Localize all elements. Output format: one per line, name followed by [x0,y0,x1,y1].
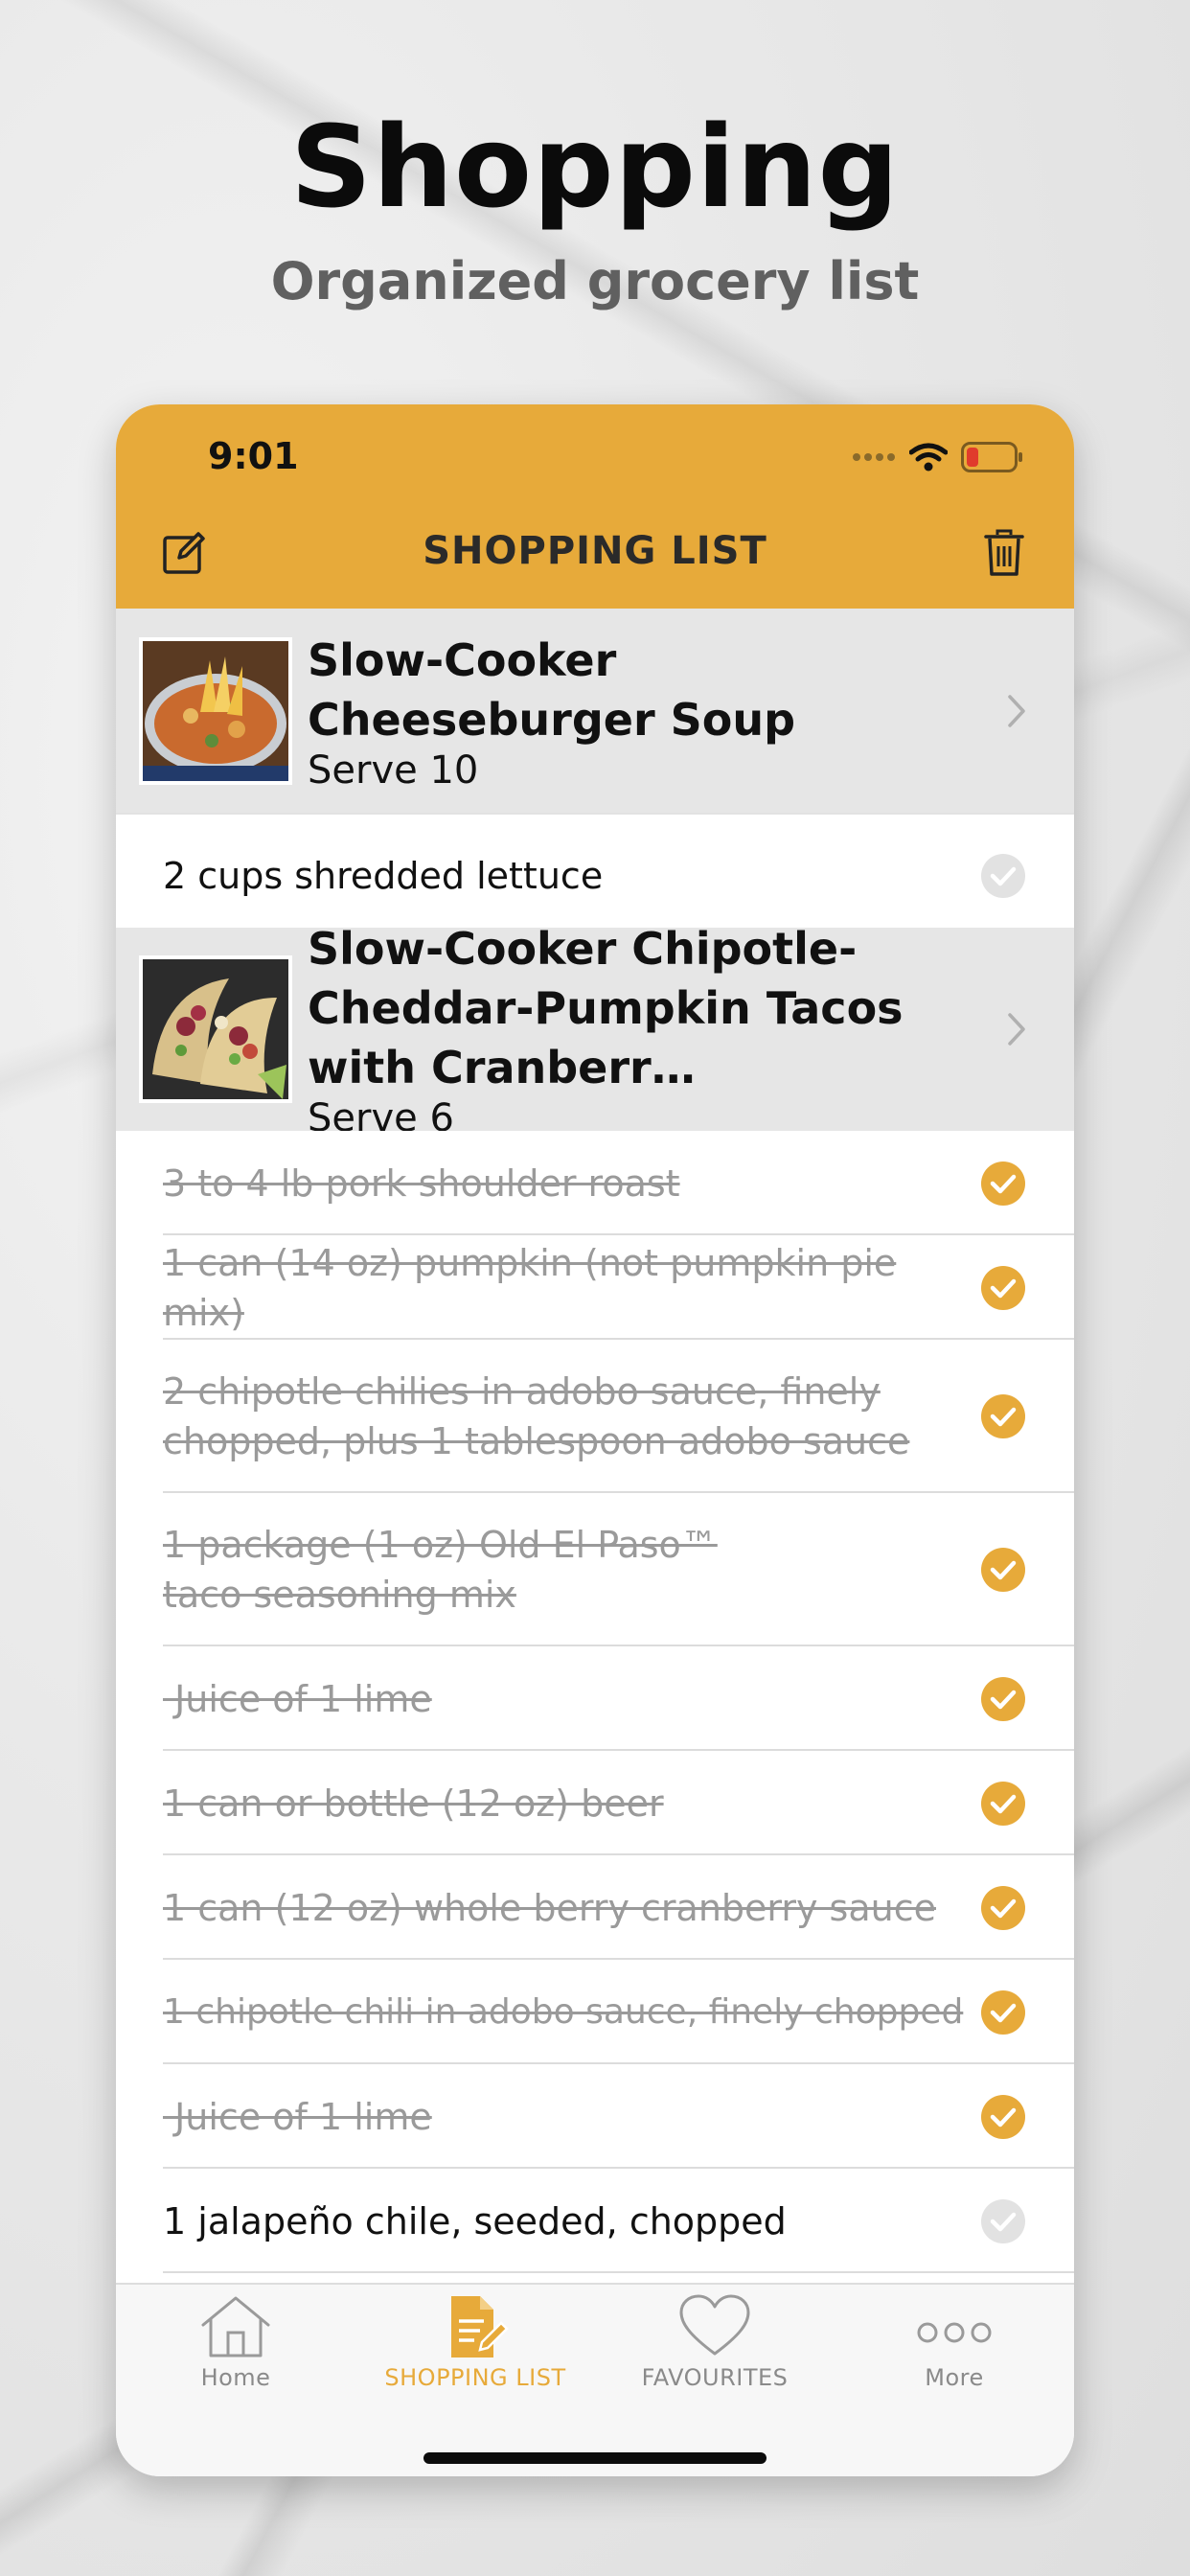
tab-bar: Home SHOPPING LIST FAVOURITES More [116,2283,1074,2476]
heart-icon [679,2294,750,2356]
list-item[interactable]: 2 chipotle chilies in adobo sauce, finel… [116,1340,1074,1493]
list-item[interactable]: 1 can (12 oz) whole berry cranberry sauc… [116,1855,1074,1960]
item-text: 1 can (14 oz) pumpkin (not pumpkin pie m… [163,1241,897,1334]
list-item[interactable]: 2 cups shredded lettuce [116,824,1074,928]
recipe-header[interactable]: Slow-Cooker Chipotle-Cheddar-Pumpkin Tac… [116,923,1074,1139]
page-title: SHOPPING LIST [423,529,767,573]
list-item[interactable]: 1 can or bottle (12 oz) beer [116,1751,1074,1855]
list-item[interactable]: 1 can (14 oz) pumpkin (not pumpkin pie m… [116,1235,1074,1340]
tab-label: Home [200,2364,271,2391]
item-text: 1 jalapeño chile, seeded, chopped [163,2199,787,2242]
recipe-thumbnail [139,955,292,1103]
checked-circle-icon[interactable] [980,1676,1026,1722]
item-text: 1 can (12 oz) whole berry cranberry sauc… [163,1886,936,1929]
recipe-name: Slow-Cooker Chipotle-Cheddar-Pumpkin Tac… [308,923,904,1093]
tab-more[interactable]: More [835,2285,1074,2400]
promo-subtitle: Organized grocery list [270,251,920,311]
item-text: Juice of 1 lime [163,1677,432,1720]
chevron-right-icon [1008,1013,1025,1046]
tab-label: More [925,2364,984,2391]
shopping-list: Slow-Cooker Cheeseburger Soup Serve 10 2… [116,609,1074,2273]
list-item[interactable]: 3 to 4 lb pork shoulder roast [116,1131,1074,1235]
list-item[interactable]: 1 package (1 oz) Old El Paso™ taco seaso… [116,1493,1074,1646]
item-text: 1 can or bottle (12 oz) beer [163,1782,664,1825]
recipe-header[interactable]: Slow-Cooker Cheeseburger Soup Serve 10 [116,609,1074,813]
item-text: Juice of 1 lime [163,2095,432,2138]
item-text: 2 chipotle chilies in adobo sauce, finel… [163,1370,910,1462]
promo-title: Shopping [290,101,900,233]
tab-label: SHOPPING LIST [384,2364,566,2391]
checked-circle-icon[interactable] [980,1161,1026,1207]
tab-home[interactable]: Home [116,2285,355,2400]
soup-image [143,640,288,781]
shopping-list-icon [451,2296,509,2358]
checked-circle-icon[interactable] [980,1885,1026,1931]
divider [163,2271,1074,2273]
list-item[interactable]: Juice of 1 lime [116,2064,1074,2169]
checked-circle-icon[interactable] [980,2094,1026,2140]
phone-screen: 9:01 SHOPPING LIST Slow-Cooker Cheesebur… [116,404,1074,2476]
item-text: 1 chipotle chili in adobo sauce, finely … [163,1991,964,2032]
more-icon [917,2322,992,2343]
section-gap [116,813,1074,824]
tacos-image [143,959,288,1099]
recipe-name: Slow-Cooker Cheeseburger Soup [308,633,796,746]
home-icon [201,2296,270,2358]
checked-circle-icon[interactable] [980,1393,1026,1439]
signal-icon [853,453,895,461]
status-icons [852,441,1024,473]
list-item[interactable]: 1 jalapeño chile, seeded, chopped [116,2169,1074,2273]
checked-circle-icon[interactable] [980,1781,1026,1827]
recipe-serve: Serve 10 [308,748,479,793]
item-text: 3 to 4 lb pork shoulder roast [163,1162,680,1205]
list-item[interactable]: Juice of 1 lime [116,1646,1074,1751]
trash-icon[interactable] [984,529,1024,577]
unchecked-circle-icon[interactable] [980,2198,1026,2244]
checked-circle-icon[interactable] [980,1547,1026,1593]
battery-icon [961,442,1022,472]
status-time: 9:01 [208,435,299,477]
unchecked-circle-icon[interactable] [980,853,1026,899]
checked-circle-icon[interactable] [980,1990,1026,2036]
recipe-thumbnail [139,636,292,785]
tab-favourites[interactable]: FAVOURITES [595,2285,835,2400]
checked-circle-icon[interactable] [980,1265,1026,1311]
item-text: 2 cups shredded lettuce [163,855,604,897]
list-item[interactable]: 1 chipotle chili in adobo sauce, finely … [116,1960,1074,2064]
tab-shopping-list[interactable]: SHOPPING LIST [355,2285,595,2400]
item-text: 1 package (1 oz) Old El Paso™ taco seaso… [163,1524,718,1616]
app-header: 9:01 SHOPPING LIST [116,404,1074,609]
home-indicator[interactable] [423,2452,767,2464]
chevron-right-icon [1008,694,1025,727]
tab-label: FAVOURITES [641,2364,789,2391]
wifi-icon [909,443,948,472]
